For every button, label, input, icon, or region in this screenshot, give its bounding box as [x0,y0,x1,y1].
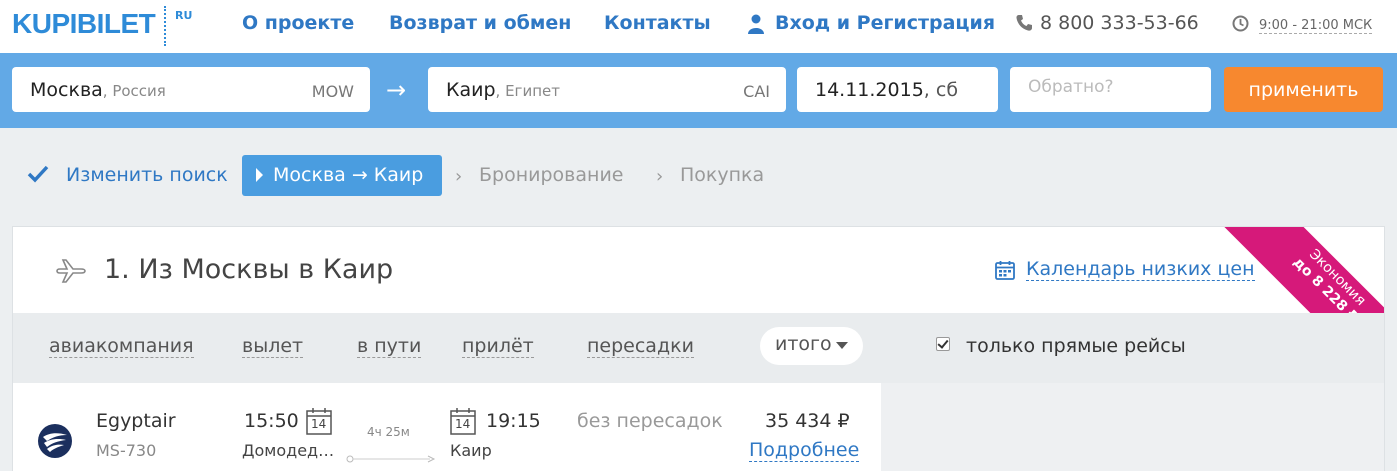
phone-icon [1016,15,1032,31]
top-header: KUPIBILET RU О проекте Возврат и обмен К… [0,0,1397,53]
card-title: 1. Из Москвы в Каир [104,254,394,285]
flight-number: MS-730 [96,441,157,460]
transfers-info: без пересадок [577,410,723,432]
egyptair-logo-icon [38,424,72,458]
flight-row[interactable]: Egyptair MS-730 15:50 14 Домодед… 4ч 25м [13,383,881,471]
to-code: CAI [743,82,770,101]
arrival-day: 14 [455,417,471,431]
plane-icon [56,259,86,283]
row-side-panel [881,383,1384,471]
date-field[interactable]: 14.11.2015, сб [797,67,998,112]
flight-card: 1. Из Москвы в Каир Календарь низких цен… [12,226,1385,471]
low-price-calendar-link[interactable]: Календарь низких цен [1026,258,1255,281]
login-link[interactable]: Вход и Регистрация [775,12,995,34]
airline-name: Egyptair [96,410,176,432]
sort-duration[interactable]: в пути [357,335,422,358]
from-field[interactable]: Москва, Россия MOW [12,67,370,112]
check-icon [27,165,49,183]
to-country: , Египет [495,82,560,100]
flight-duration: 4ч 25м [367,425,410,439]
working-hours[interactable]: 9:00 - 21:00 МСК [1259,18,1373,34]
return-field[interactable] [1010,67,1211,112]
direct-flights-label[interactable]: только прямые рейсы [966,335,1186,357]
site-logo[interactable]: KUPIBILET [12,8,156,40]
apply-button[interactable]: применить [1224,67,1383,112]
sort-total-label: итого [775,333,832,355]
departure-time: 15:50 [244,410,299,432]
edit-search-link[interactable]: Изменить поиск [66,164,228,186]
caret-right-icon [256,168,263,182]
calendar-icon [995,261,1015,280]
departure-day: 14 [311,417,327,431]
date-value: 14.11.2015 [815,79,924,101]
flight-price: 35 434 ₽ [765,410,850,432]
date-day: , сб [923,79,959,101]
arrival-date-icon: 14 [450,407,476,435]
arrival-airport: Каир [450,441,492,460]
search-bar: Москва, Россия MOW Каир, Египет CAI 14.1… [0,53,1397,128]
route-arrow: → [386,76,407,104]
breadcrumb-purchase: Покупка [680,164,765,186]
user-icon [748,14,764,34]
clock-icon [1232,15,1249,32]
nav-about[interactable]: О проекте [242,12,354,34]
nav-refund[interactable]: Возврат и обмен [389,12,571,34]
duration-line-icon [346,455,436,463]
to-city: Каир [446,79,496,101]
from-code: MOW [311,82,354,101]
direct-flights-checkbox[interactable] [936,337,950,351]
chevron-right-icon: › [455,166,463,187]
departure-airport: Домодед… [242,441,335,460]
from-city: Москва [30,79,103,101]
sort-bar: авиакомпания вылет в пути прилёт пересад… [13,313,1384,383]
caret-down-icon [836,342,848,349]
sort-transfers[interactable]: пересадки [587,335,694,358]
arrival-time: 19:15 [486,410,541,432]
breadcrumb-booking: Бронирование [479,164,624,186]
to-field[interactable]: Каир, Египет CAI [428,67,786,112]
sort-arrival[interactable]: прилёт [462,335,534,358]
breadcrumb-current-label: Москва → Каир [273,164,424,186]
nav-contacts[interactable]: Контакты [604,12,711,34]
from-country: , Россия [102,82,166,100]
breadcrumb-current[interactable]: Москва → Каир [242,155,442,196]
return-input[interactable] [1028,77,1188,97]
sort-departure[interactable]: вылет [242,335,304,358]
phone-number[interactable]: 8 800 333-53-66 [1040,12,1199,34]
sort-total-button[interactable]: итого [760,327,863,365]
logo-divider [164,6,166,46]
details-link[interactable]: Подробнее [749,439,860,462]
logo-suffix: RU [175,9,193,22]
chevron-right-icon: › [656,166,664,187]
sort-airline[interactable]: авиакомпания [49,335,194,358]
departure-date-icon: 14 [306,407,332,435]
